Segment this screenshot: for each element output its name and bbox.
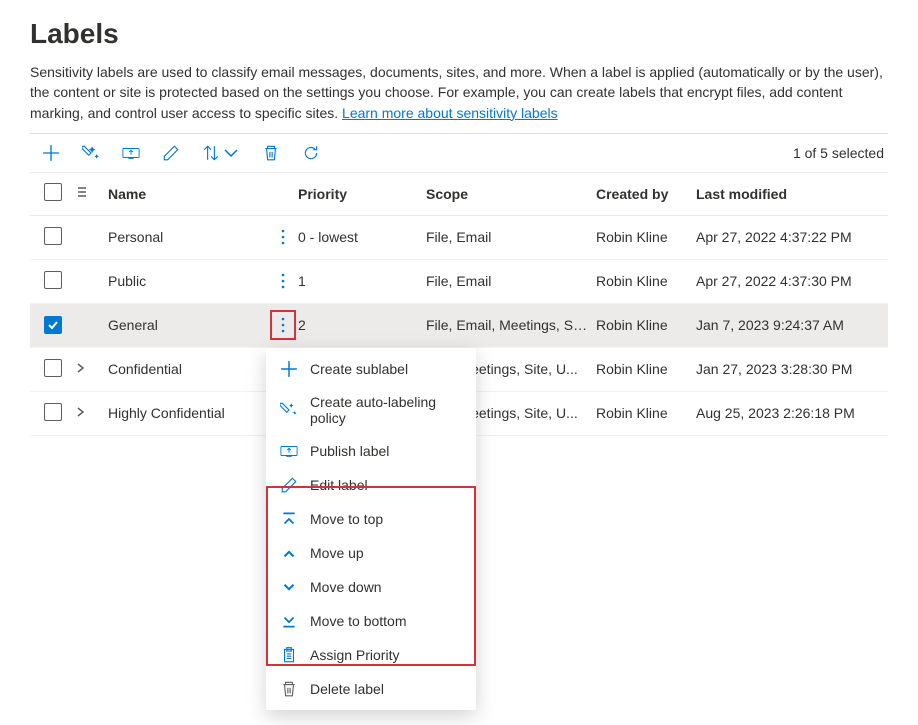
more-actions-button[interactable] [270,310,296,340]
expand-row-button[interactable] [74,362,86,374]
publish-button[interactable] [122,144,140,162]
table-row[interactable]: Public 1 File, Email Robin Kline Apr 27,… [30,260,888,304]
last-modified-cell: Jan 27, 2023 3:28:30 PM [696,361,866,377]
more-actions-button[interactable] [273,269,293,293]
edit-button[interactable] [162,144,180,162]
last-modified-cell: Apr 27, 2022 4:37:30 PM [696,273,866,289]
sort-button[interactable] [202,144,240,162]
label-name[interactable]: Personal [108,229,268,245]
publish-icon [280,442,298,460]
move-up-icon [280,544,298,562]
plus-icon [42,144,60,162]
menu-move-to-bottom[interactable]: Move to bottom [266,604,476,638]
row-checkbox[interactable] [44,403,62,421]
row-context-menu: Create sublabel Create auto-labeling pol… [266,348,476,710]
last-modified-cell: Aug 25, 2023 2:26:18 PM [696,405,866,421]
row-checkbox[interactable] [44,359,62,377]
col-last-modified[interactable]: Last modified [696,186,866,202]
add-button[interactable] [42,144,60,162]
label-name[interactable]: General [108,317,268,333]
row-checkbox[interactable] [44,271,62,289]
scope-cell: File, Email [426,273,596,289]
menu-move-down[interactable]: Move down [266,570,476,604]
last-modified-cell: Apr 27, 2022 4:37:22 PM [696,229,866,245]
refresh-icon [302,144,320,162]
delete-button[interactable] [262,144,280,162]
col-created-by[interactable]: Created by [596,186,696,202]
created-by-cell: Robin Kline [596,317,696,333]
created-by-cell: Robin Kline [596,361,696,377]
more-actions-button[interactable] [273,225,293,249]
clipboard-icon [280,646,298,664]
table-row[interactable]: General 2 File, Email, Meetings, Site, U… [30,304,888,348]
col-name[interactable]: Name [108,186,268,202]
scope-cell: File, Email, Meetings, Site, U... [426,317,596,333]
menu-edit-label[interactable]: Edit label [266,468,476,502]
created-by-cell: Robin Kline [596,229,696,245]
col-priority[interactable]: Priority [298,186,426,202]
learn-more-link[interactable]: Learn more about sensitivity labels [342,105,558,121]
pencil-icon [162,144,180,162]
select-all-checkbox[interactable] [44,183,62,201]
labels-table: Name Priority Scope Created by Last modi… [30,172,888,436]
menu-create-auto-labeling[interactable]: Create auto-labeling policy [266,386,476,434]
label-name[interactable]: Confidential [108,361,268,377]
selection-status: 1 of 5 selected [793,145,888,161]
priority-cell: 2 [298,317,426,333]
toolbar [30,144,320,162]
move-bottom-icon [280,612,298,630]
expand-row-button[interactable] [74,406,86,418]
auto-label-button[interactable] [82,144,100,162]
menu-delete-label[interactable]: Delete label [266,672,476,706]
table-row[interactable]: Personal 0 - lowest File, Email Robin Kl… [30,216,888,260]
priority-cell: 0 - lowest [298,229,426,245]
trash-icon [280,680,298,698]
move-down-icon [280,578,298,596]
publish-icon [122,144,140,162]
toolbar-row: 1 of 5 selected [30,134,888,172]
col-scope[interactable]: Scope [426,186,596,202]
sort-arrows-icon [202,144,220,162]
menu-create-sublabel[interactable]: Create sublabel [266,352,476,386]
last-modified-cell: Jan 7, 2023 9:24:37 AM [696,317,866,333]
priority-cell: 1 [298,273,426,289]
menu-move-to-top[interactable]: Move to top [266,502,476,536]
plus-icon [280,360,298,378]
move-top-icon [280,510,298,528]
created-by-cell: Robin Kline [596,405,696,421]
label-name[interactable]: Highly Confidential [108,405,268,421]
menu-publish-label[interactable]: Publish label [266,434,476,468]
pencil-icon [280,476,298,494]
scope-cell: File, Email [426,229,596,245]
trash-icon [262,144,280,162]
auto-label-icon [82,144,100,162]
row-checkbox[interactable] [44,227,62,245]
menu-assign-priority[interactable]: Assign Priority [266,638,476,672]
refresh-button[interactable] [302,144,320,162]
auto-label-icon [280,401,298,419]
page-description: Sensitivity labels are used to classify … [30,62,888,123]
chevron-down-icon [222,144,240,162]
list-view-icon[interactable] [74,185,88,199]
created-by-cell: Robin Kline [596,273,696,289]
labels-page: Labels Sensitivity labels are used to cl… [0,0,918,466]
row-checkbox[interactable] [44,316,62,334]
label-name[interactable]: Public [108,273,268,289]
page-title: Labels [30,18,888,50]
table-header: Name Priority Scope Created by Last modi… [30,172,888,216]
menu-move-up[interactable]: Move up [266,536,476,570]
